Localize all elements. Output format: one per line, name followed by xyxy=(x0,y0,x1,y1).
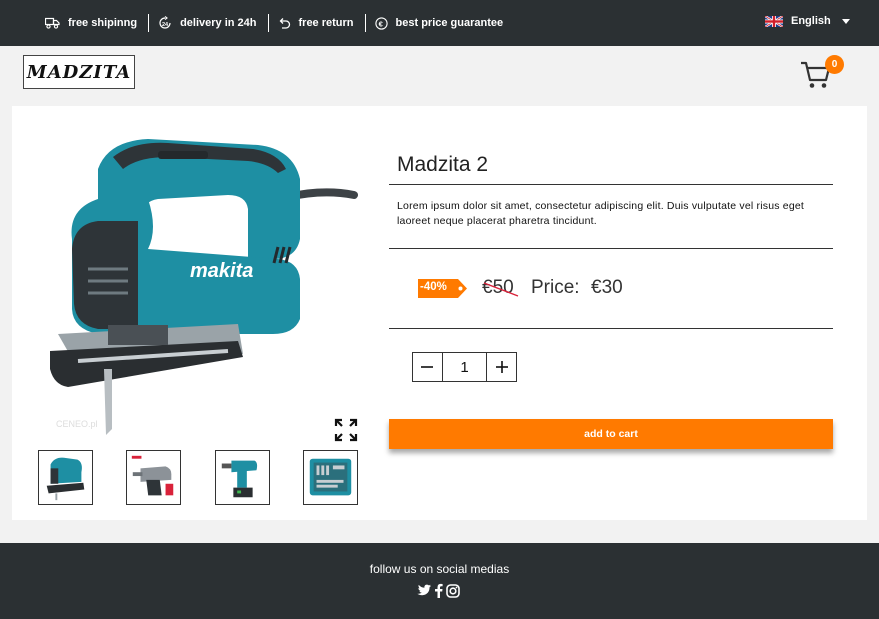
thumbnail-cordless-drill[interactable] xyxy=(215,450,270,505)
perk-delivery: 24 delivery in 24h xyxy=(158,16,257,30)
footer: follow us on social medias xyxy=(0,543,879,619)
thumbnail-tool-kit-case[interactable] xyxy=(303,450,358,505)
expand-icon[interactable] xyxy=(334,418,358,442)
perk-best-price: € best price guarantee xyxy=(374,16,504,30)
perk-label: delivery in 24h xyxy=(180,17,257,29)
svg-text:CENEO.pl: CENEO.pl xyxy=(56,419,98,429)
quantity-stepper: 1 xyxy=(412,352,517,382)
strikethrough-mark xyxy=(483,282,519,297)
instagram-icon[interactable] xyxy=(446,583,460,598)
discount-label: -40% xyxy=(420,281,447,293)
site-logo[interactable]: MADZITA xyxy=(23,55,135,89)
twitter-icon[interactable] xyxy=(416,584,431,597)
thumbnail-jigsaw[interactable] xyxy=(38,450,93,505)
svg-text:makita: makita xyxy=(190,260,253,282)
language-selector[interactable]: English xyxy=(765,15,850,27)
perk-free-shipping: free shipinng xyxy=(45,17,137,29)
chevron-down-icon xyxy=(841,18,850,24)
svg-text:24: 24 xyxy=(162,22,169,28)
divider xyxy=(389,248,833,249)
euro-icon: € xyxy=(374,16,388,30)
product-description: Lorem ipsum dolor sit amet, consectetur … xyxy=(397,200,805,227)
plus-icon xyxy=(495,361,508,373)
decrease-quantity-button[interactable] xyxy=(413,353,442,381)
perk-free-return: free return xyxy=(278,17,354,30)
svg-text:€: € xyxy=(378,19,383,28)
product-image[interactable]: makita CENEO.pl xyxy=(38,129,358,437)
cart-count-badge: 0 xyxy=(825,55,844,74)
top-bar: free shipinng 24 delivery in 24h free re… xyxy=(0,0,879,46)
divider xyxy=(148,14,150,32)
divider xyxy=(389,328,833,329)
divider xyxy=(267,14,269,32)
perk-label: free return xyxy=(298,17,354,29)
uk-flag-icon xyxy=(765,15,783,27)
price-label: Price: xyxy=(531,277,580,298)
divider xyxy=(364,14,366,32)
add-to-cart-button[interactable]: add to cart xyxy=(389,419,833,449)
minus-icon xyxy=(421,366,434,368)
thumbnail-hammer-drill[interactable] xyxy=(126,450,181,505)
clock-24-icon: 24 xyxy=(159,16,171,29)
product-title: Madzita 2 xyxy=(397,153,489,176)
quantity-input[interactable]: 1 xyxy=(441,353,488,381)
perk-label: free shipinng xyxy=(68,17,138,29)
social-links xyxy=(416,583,463,598)
facebook-icon[interactable] xyxy=(434,583,443,598)
price-value: €30 xyxy=(591,277,623,298)
divider xyxy=(389,184,833,185)
follow-us-text: follow us on social medias xyxy=(369,562,510,576)
truck-icon xyxy=(45,17,60,29)
perks-list: free shipinng 24 delivery in 24h free re… xyxy=(45,13,503,33)
return-arrow-icon xyxy=(279,17,290,29)
language-label: English xyxy=(791,15,831,27)
increase-quantity-button[interactable] xyxy=(487,353,516,381)
perk-label: best price guarantee xyxy=(395,17,504,29)
